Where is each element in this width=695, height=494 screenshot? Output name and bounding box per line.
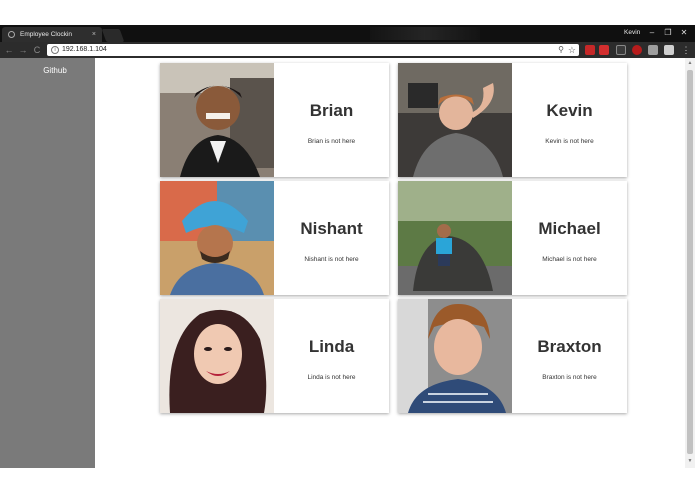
employee-status: Brian is not here xyxy=(307,138,356,145)
close-window-icon[interactable]: ✕ xyxy=(678,27,690,39)
employee-name: Braxton xyxy=(537,337,602,356)
tab-strip: Employee Clockin × Kevin – ❐ ✕ xyxy=(0,25,695,42)
screen: Employee Clockin × Kevin – ❐ ✕ ← → C i 1… xyxy=(0,0,695,494)
info-icon[interactable]: i xyxy=(51,46,59,54)
extension-icon[interactable] xyxy=(648,45,658,55)
screen-bottom xyxy=(0,468,695,494)
employee-card[interactable]: Linda Linda is not here xyxy=(160,299,389,413)
employee-name: Nishant xyxy=(300,219,363,238)
profile-button[interactable]: Kevin xyxy=(620,27,644,39)
sidebar-link-github[interactable]: Github xyxy=(0,66,110,75)
kebab-menu-icon[interactable]: ⋮ xyxy=(680,44,692,56)
employee-name: Kevin xyxy=(546,101,593,120)
address-bar[interactable]: i 192.168.1.104 ⚲ ☆ xyxy=(47,44,579,56)
new-tab-button[interactable] xyxy=(101,29,125,42)
zoom-icon[interactable]: ⚲ xyxy=(558,45,564,54)
employee-name: Michael xyxy=(538,219,601,238)
tab-close-icon[interactable]: × xyxy=(92,27,96,42)
back-icon[interactable]: ← xyxy=(3,44,15,56)
tab-title: Employee Clockin xyxy=(20,31,73,38)
extension-icon[interactable] xyxy=(616,45,626,55)
employee-card[interactable]: Kevin Kevin is not here xyxy=(398,63,627,177)
url-text[interactable]: 192.168.1.104 xyxy=(62,44,107,56)
extension-icon[interactable] xyxy=(585,45,595,55)
employee-status: Braxton is not here xyxy=(542,374,597,381)
sidebar: Github xyxy=(0,58,95,468)
employee-name: Brian xyxy=(309,101,354,120)
page-icon xyxy=(8,31,15,38)
employee-status: Linda is not here xyxy=(307,374,356,381)
extension-icon[interactable] xyxy=(632,45,642,55)
extension-icon[interactable] xyxy=(664,45,674,55)
scroll-down-icon[interactable]: ▼ xyxy=(686,458,694,464)
employee-status: Kevin is not here xyxy=(545,138,594,145)
employee-status: Nishant is not here xyxy=(304,256,359,263)
reload-icon[interactable]: C xyxy=(31,44,43,56)
scroll-up-icon[interactable]: ▲ xyxy=(686,60,694,66)
tab-strip-background xyxy=(370,27,480,40)
browser-tab[interactable]: Employee Clockin × xyxy=(2,27,102,42)
employee-card[interactable]: Michael Michael is not here xyxy=(398,181,627,295)
employee-card[interactable]: Braxton Braxton is not here xyxy=(398,299,627,413)
employee-photo xyxy=(398,63,512,177)
employee-photo xyxy=(160,63,274,177)
employee-photo xyxy=(160,299,274,413)
extension-icon[interactable] xyxy=(599,45,609,55)
forward-icon[interactable]: → xyxy=(17,44,29,56)
bookmark-star-icon[interactable]: ☆ xyxy=(568,44,576,56)
employee-card[interactable]: Nishant Nishant is not here xyxy=(160,181,389,295)
employee-card[interactable]: Brian Brian is not here xyxy=(160,63,389,177)
page-scrollbar[interactable]: ▲ ▼ xyxy=(685,58,695,468)
employee-name: Linda xyxy=(308,337,355,356)
employee-photo xyxy=(398,299,512,413)
minimize-icon[interactable]: – xyxy=(646,27,658,39)
employee-photo xyxy=(160,181,274,295)
employee-status: Michael is not here xyxy=(542,256,597,263)
browser-toolbar: ← → C i 192.168.1.104 ⚲ ☆ ⋮ xyxy=(0,42,695,58)
scroll-thumb[interactable] xyxy=(687,70,693,454)
employee-photo xyxy=(398,181,512,295)
restore-icon[interactable]: ❐ xyxy=(662,27,674,39)
